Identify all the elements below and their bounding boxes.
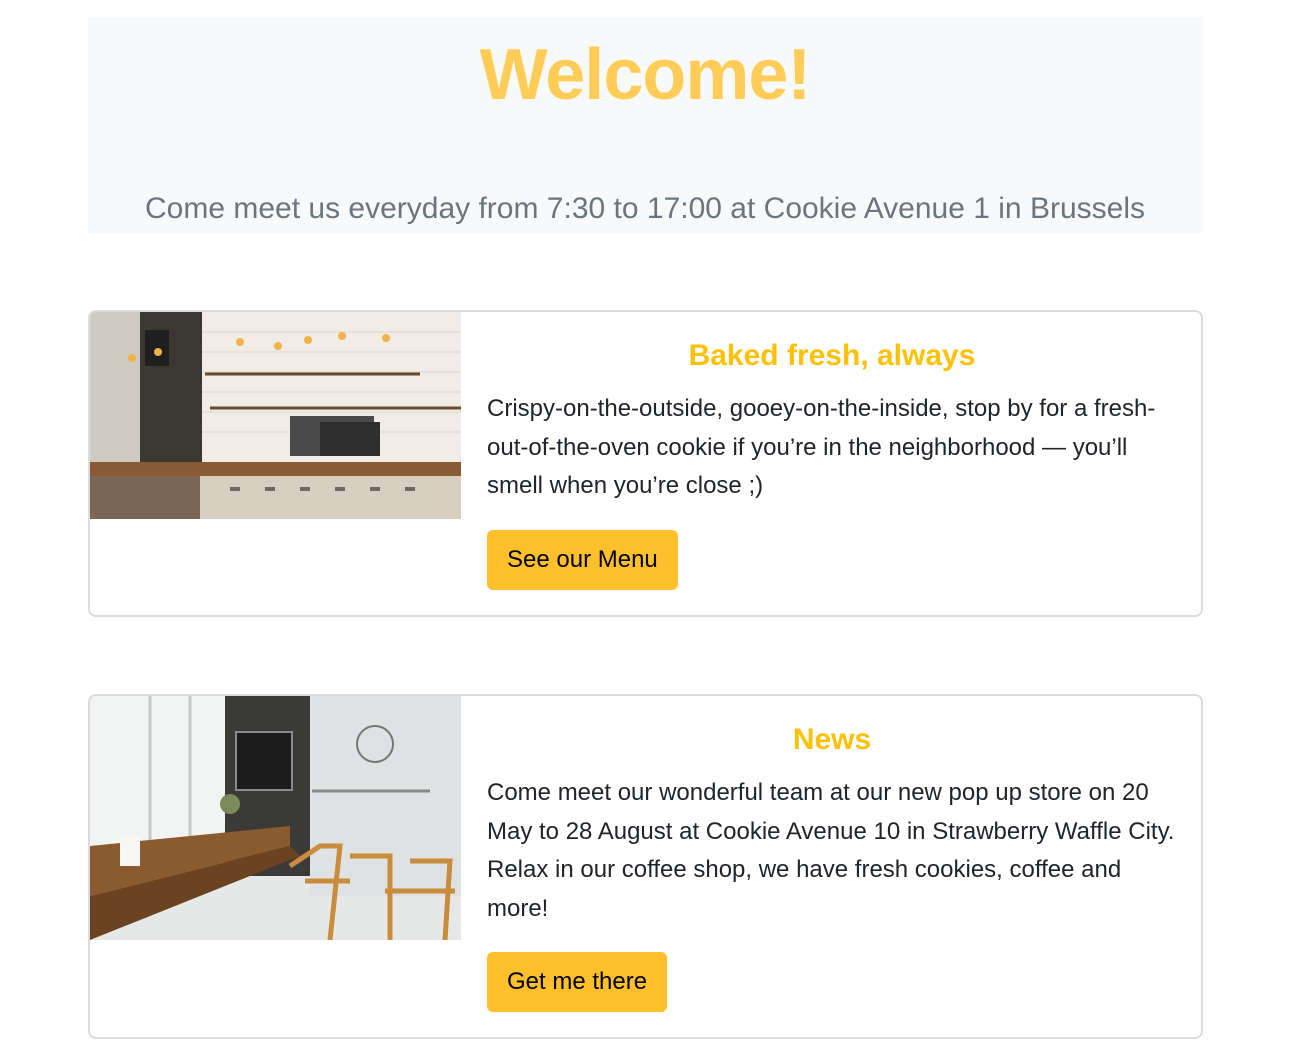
hero-lead-text: Come meet us everyday from 7:30 to 17:00… bbox=[145, 192, 1145, 225]
card-text: Crispy-on-the-outside, gooey-on-the-insi… bbox=[487, 395, 1156, 499]
hero-title: Welcome! bbox=[479, 35, 812, 115]
card-text: Come meet our wonderful team at our new … bbox=[487, 779, 1175, 922]
card-baked-fresh: Baked fresh, always Crispy-on-the-outsid… bbox=[88, 310, 1203, 617]
card-news: News Come meet our wonderful team at our… bbox=[88, 694, 1203, 1039]
card-title: Baked fresh, always bbox=[688, 339, 976, 372]
see-our-menu-button[interactable]: See our Menu bbox=[487, 530, 678, 590]
cafe-counter-image bbox=[90, 312, 461, 519]
coffee-shop-interior-image bbox=[90, 696, 461, 940]
card-title: News bbox=[792, 723, 872, 756]
get-me-there-button[interactable]: Get me there bbox=[487, 952, 668, 1012]
hero-jumbotron: Welcome! Come meet us everyday from 7:30… bbox=[88, 17, 1202, 233]
